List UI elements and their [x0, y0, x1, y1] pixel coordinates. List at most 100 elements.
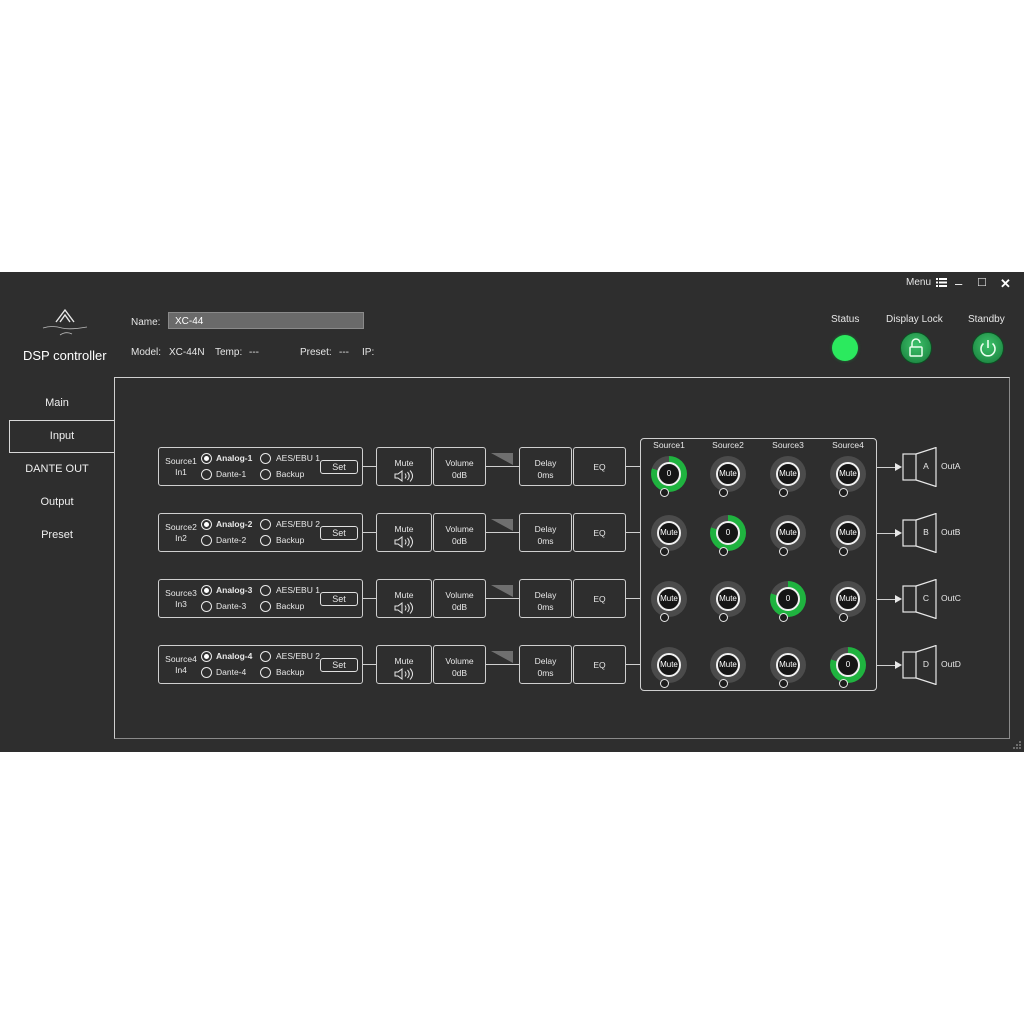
standby-label: Standby: [968, 314, 1005, 325]
matrix-gain-knob[interactable]: 0: [651, 456, 687, 492]
volume-value: 0dB: [451, 602, 468, 612]
nav-main[interactable]: Main: [0, 388, 114, 419]
volume-control[interactable]: Volume 0dB: [433, 579, 486, 618]
matrix-gain-knob[interactable]: 0: [770, 581, 806, 617]
matrix-gain-knob[interactable]: Mute: [830, 515, 866, 551]
delay-control[interactable]: Delay 0ms: [519, 645, 572, 684]
input-panel: Source1 In1 Analog-1 Dante-1 AES/EBU 1 Backup…: [114, 377, 1010, 739]
input-name: In2: [175, 533, 187, 543]
delay-control[interactable]: Delay 0ms: [519, 447, 572, 486]
volume-control[interactable]: Volume 0dB: [433, 447, 486, 486]
mute-button[interactable]: Mute: [376, 513, 432, 552]
matrix-gain-knob[interactable]: Mute: [770, 515, 806, 551]
matrix-gain-knob[interactable]: Mute: [651, 515, 687, 551]
name-label: Name:: [131, 317, 161, 328]
nav-input[interactable]: Input: [9, 420, 114, 453]
matrix-gain-knob[interactable]: Mute: [770, 456, 806, 492]
matrix-gain-knob[interactable]: 0: [710, 515, 746, 551]
source-name: Source2: [165, 522, 197, 532]
nav-preset[interactable]: Preset: [0, 520, 114, 551]
matrix-gain-knob[interactable]: Mute: [710, 581, 746, 617]
matrix-gain-knob[interactable]: Mute: [830, 456, 866, 492]
knob-indicator: [660, 613, 669, 622]
delay-control[interactable]: Delay 0ms: [519, 513, 572, 552]
signal-line: [363, 664, 376, 665]
knob-value: Mute: [657, 653, 681, 677]
brand-logo: [42, 308, 88, 336]
display-lock-button[interactable]: [900, 332, 932, 364]
nav-output[interactable]: Output: [0, 487, 114, 518]
radio-backup[interactable]: [260, 535, 271, 546]
radio-aes-ebu[interactable]: [260, 453, 271, 464]
matrix-gain-knob[interactable]: 0: [830, 647, 866, 683]
backup-label: Backup: [276, 535, 305, 545]
radio-dante[interactable]: [201, 469, 212, 480]
matrix-gain-knob[interactable]: Mute: [710, 456, 746, 492]
knob-indicator: [719, 613, 728, 622]
volume-control[interactable]: Volume 0dB: [433, 645, 486, 684]
radio-backup[interactable]: [260, 469, 271, 480]
maximize-button[interactable]: □: [978, 274, 986, 289]
matrix-gain-knob[interactable]: Mute: [710, 647, 746, 683]
level-meter: [491, 651, 513, 663]
knob-indicator: [779, 679, 788, 688]
volume-control[interactable]: Volume 0dB: [433, 513, 486, 552]
matrix-gain-knob[interactable]: Mute: [770, 647, 806, 683]
radio-analog[interactable]: [201, 519, 212, 530]
status-label: Status: [831, 314, 860, 325]
signal-line: [486, 664, 519, 665]
minimize-button[interactable]: –: [955, 276, 962, 291]
aes-ebu-label: AES/EBU 2: [276, 519, 320, 529]
mute-button[interactable]: Mute: [376, 447, 432, 486]
signal-line: [486, 466, 519, 467]
radio-analog[interactable]: [201, 453, 212, 464]
mute-button[interactable]: Mute: [376, 579, 432, 618]
standby-button[interactable]: [972, 332, 1004, 364]
arrow-icon: [895, 595, 902, 603]
set-button[interactable]: Set: [320, 526, 358, 540]
matrix-gain-knob[interactable]: Mute: [830, 581, 866, 617]
ip-label: IP:: [362, 347, 375, 358]
radio-dante[interactable]: [201, 535, 212, 546]
eq-button[interactable]: EQ: [573, 447, 626, 486]
eq-button[interactable]: EQ: [573, 645, 626, 684]
matrix-gain-knob[interactable]: Mute: [651, 647, 687, 683]
radio-backup[interactable]: [260, 667, 271, 678]
list-icon: [935, 277, 947, 287]
input-name: In4: [175, 665, 187, 675]
aes-ebu-label: AES/EBU 2: [276, 651, 320, 661]
menu-button[interactable]: Menu: [906, 277, 947, 288]
knob-indicator: [779, 488, 788, 497]
set-button[interactable]: Set: [320, 658, 358, 672]
device-name-input[interactable]: XC-44: [168, 312, 364, 329]
set-button[interactable]: Set: [320, 460, 358, 474]
radio-aes-ebu[interactable]: [260, 585, 271, 596]
knob-indicator: [660, 679, 669, 688]
delay-value: 0ms: [537, 470, 554, 480]
resize-grip-icon[interactable]: [1012, 740, 1022, 750]
delay-control[interactable]: Delay 0ms: [519, 579, 572, 618]
nav-dante-out[interactable]: DANTE OUT: [0, 454, 114, 485]
output-label: OutD: [941, 659, 961, 669]
matrix-gain-knob[interactable]: Mute: [651, 581, 687, 617]
radio-aes-ebu[interactable]: [260, 519, 271, 530]
radio-dante[interactable]: [201, 601, 212, 612]
radio-analog[interactable]: [201, 585, 212, 596]
eq-button[interactable]: EQ: [573, 579, 626, 618]
matrix-column-header: Source1: [653, 440, 685, 450]
mute-label: Mute: [394, 590, 414, 600]
mute-button[interactable]: Mute: [376, 645, 432, 684]
radio-dante[interactable]: [201, 667, 212, 678]
signal-line: [363, 532, 376, 533]
signal-line: [363, 598, 376, 599]
source-select-box: Source3 In3 Analog-3 Dante-3 AES/EBU 1 Backup…: [158, 579, 363, 618]
close-button[interactable]: ✕: [1000, 276, 1011, 292]
eq-button[interactable]: EQ: [573, 513, 626, 552]
delay-value: 0ms: [537, 668, 554, 678]
set-button[interactable]: Set: [320, 592, 358, 606]
volume-value: 0dB: [451, 470, 468, 480]
radio-analog[interactable]: [201, 651, 212, 662]
radio-aes-ebu[interactable]: [260, 651, 271, 662]
output-letter: B: [923, 527, 929, 537]
radio-backup[interactable]: [260, 601, 271, 612]
